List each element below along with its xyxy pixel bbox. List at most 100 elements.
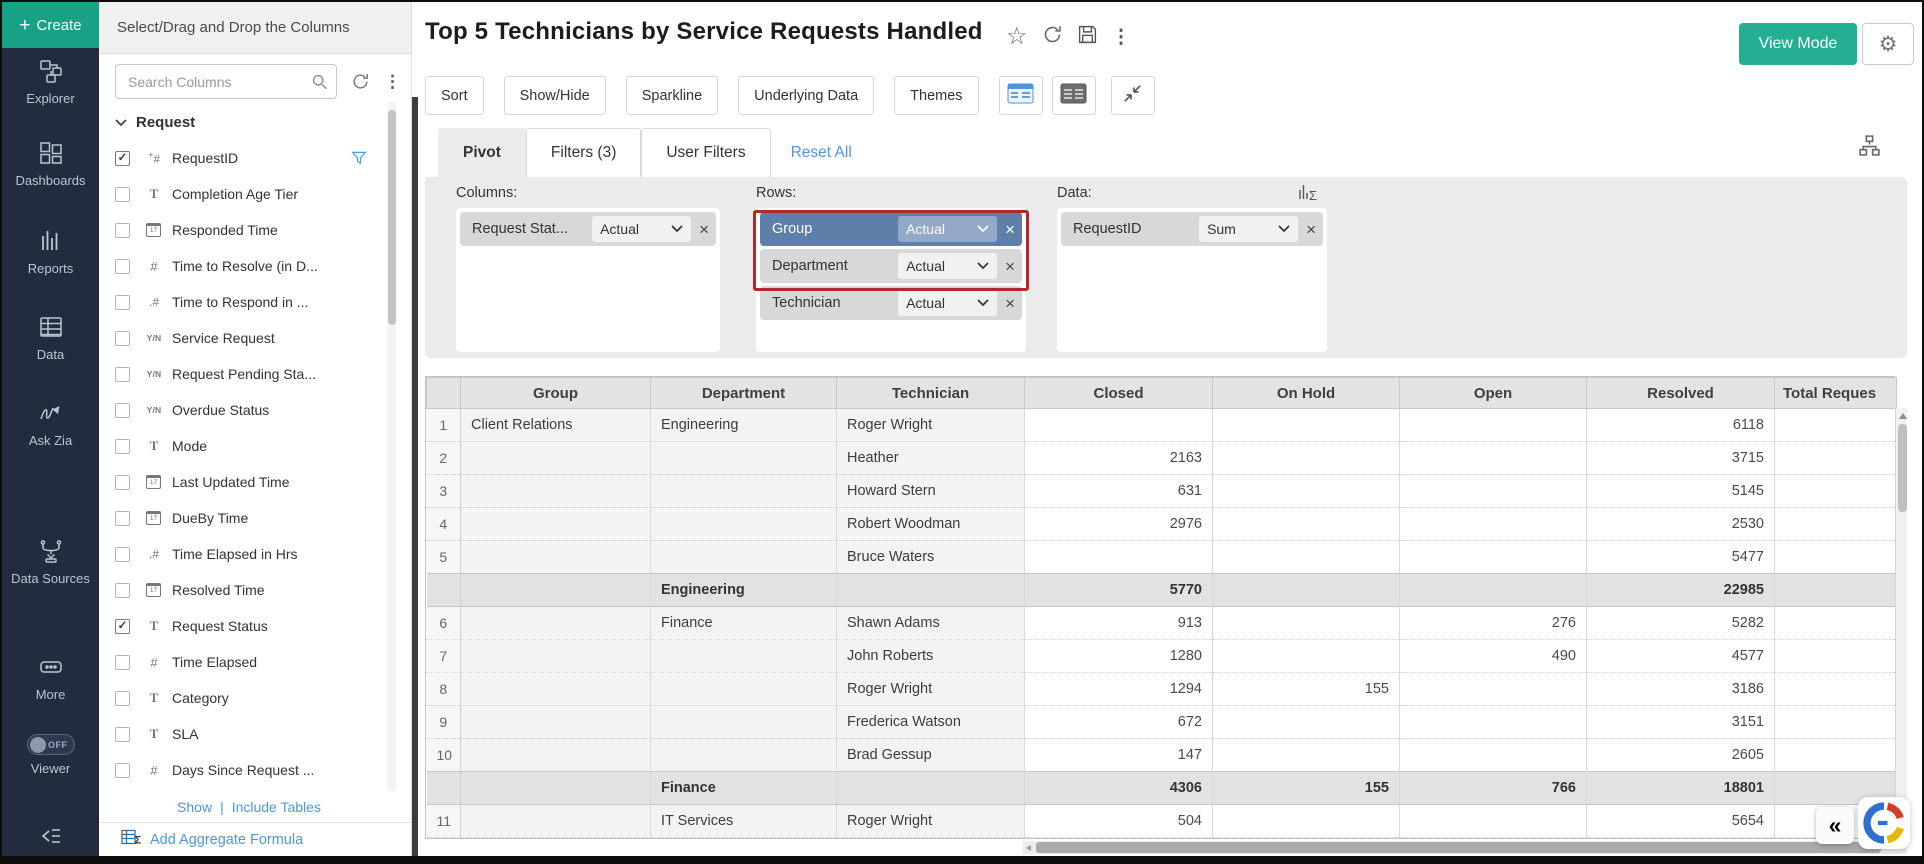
sparkline-button[interactable]: Sparkline (626, 76, 718, 115)
field-item-time-to-resolve-in-d[interactable]: #Time to Resolve (in D... (99, 248, 399, 284)
field-checkbox[interactable] (115, 475, 130, 490)
chip-aggregation-dropdown[interactable]: Actual (898, 253, 997, 279)
pivot-chip-technician[interactable]: TechnicianActual× (760, 286, 1022, 320)
table-vertical-scrollbar[interactable] (1895, 408, 1907, 836)
pivot-chip-group[interactable]: GroupActual× (760, 212, 1022, 246)
panel-scrollbar-thumb[interactable] (388, 110, 396, 325)
sidebar-item-data[interactable]: Data (2, 314, 99, 363)
filter-icon[interactable] (351, 150, 367, 171)
chip-remove-icon[interactable]: × (1005, 295, 1015, 312)
field-checkbox[interactable] (115, 727, 130, 742)
pivot-chip-department[interactable]: DepartmentActual× (760, 249, 1022, 283)
themes-button[interactable]: Themes (894, 76, 978, 115)
field-item-request-pending-sta[interactable]: Y/NRequest Pending Sta... (99, 356, 399, 392)
field-item-resolved-time[interactable]: 17Resolved Time (99, 572, 399, 608)
chip-aggregation-dropdown[interactable]: Sum (1199, 216, 1298, 242)
tab-user-filters[interactable]: User Filters (641, 128, 770, 177)
refresh-columns-icon[interactable] (351, 72, 370, 91)
column-header-closed[interactable]: Closed (1025, 378, 1213, 409)
scroll-left-arrow-icon[interactable] (1026, 845, 1031, 851)
field-item-mode[interactable]: TMode (99, 428, 399, 464)
horizontal-scrollbar-thumb[interactable] (1036, 842, 1881, 853)
rows-dropzone[interactable]: GroupActual×DepartmentActual×TechnicianA… (756, 208, 1026, 352)
add-aggregate-link[interactable]: Add Aggregate Formula (150, 832, 303, 848)
collapse-panel-button[interactable]: « (1816, 807, 1854, 844)
chip-remove-icon[interactable]: × (1005, 258, 1015, 275)
save-icon[interactable] (1077, 24, 1098, 50)
add-aggregate-row[interactable]: Σ Add Aggregate Formula (99, 822, 411, 856)
field-checkbox[interactable] (115, 403, 130, 418)
field-checkbox[interactable] (115, 331, 130, 346)
classic-table-button[interactable] (1052, 76, 1096, 115)
search-columns-input[interactable] (115, 64, 337, 99)
column-header-technician[interactable]: Technician (837, 378, 1025, 409)
column-header-open[interactable]: Open (1400, 378, 1587, 409)
field-item-days-since-request[interactable]: #Days Since Request ... (99, 752, 399, 788)
settings-gear-button[interactable]: ⚙ (1862, 23, 1914, 65)
column-header-on-hold[interactable]: On Hold (1213, 378, 1400, 409)
field-item-request-status[interactable]: ✓TRequest Status (99, 608, 399, 644)
field-checkbox[interactable] (115, 547, 130, 562)
refresh-report-icon[interactable] (1042, 24, 1063, 50)
collapse-columns-button[interactable] (1111, 76, 1155, 115)
vertical-scrollbar-thumb[interactable] (1898, 424, 1907, 512)
sidebar-item-explorer[interactable]: Explorer (2, 58, 99, 107)
pivot-chip-requestid[interactable]: RequestIDSum× (1061, 212, 1323, 246)
tab-pivot[interactable]: Pivot (438, 128, 526, 177)
field-checkbox[interactable]: ✓ (115, 619, 130, 634)
chip-remove-icon[interactable]: × (1306, 221, 1316, 238)
table-horizontal-scrollbar[interactable] (1023, 841, 1907, 854)
chip-aggregation-dropdown[interactable]: Actual (898, 216, 997, 242)
pivot-chip-request-stat[interactable]: Request Stat...Actual× (460, 212, 716, 246)
viewer-toggle[interactable]: OFF (27, 734, 75, 755)
field-checkbox[interactable] (115, 583, 130, 598)
scroll-up-arrow-icon[interactable] (1899, 413, 1907, 419)
sidebar-item-ask-zia[interactable]: Ask Zia (2, 400, 99, 449)
field-checkbox[interactable] (115, 187, 130, 202)
brand-logo[interactable] (1858, 797, 1910, 849)
panel-scrollbar[interactable] (387, 102, 396, 792)
column-header-resolved[interactable]: Resolved (1587, 378, 1775, 409)
sort-button[interactable]: Sort (425, 76, 484, 115)
field-item-service-request[interactable]: Y/NService Request (99, 320, 399, 356)
field-checkbox[interactable]: ✓ (115, 151, 130, 166)
field-item-dueby-time[interactable]: 17DueBy Time (99, 500, 399, 536)
sidebar-item-viewer[interactable]: OFF Viewer (2, 734, 99, 776)
column-header-total-reques[interactable]: Total Reques (1775, 378, 1897, 409)
field-item-category[interactable]: TCategory (99, 680, 399, 716)
field-item-responded-time[interactable]: 17Responded Time (99, 212, 399, 248)
field-checkbox[interactable] (115, 439, 130, 454)
panel-more-options-icon[interactable]: ⋮ (384, 73, 401, 90)
create-button[interactable]: + Create (2, 2, 99, 48)
field-checkbox[interactable] (115, 367, 130, 382)
sidebar-item-reports[interactable]: Reports (2, 228, 99, 277)
field-item-sla[interactable]: TSLA (99, 716, 399, 752)
chip-remove-icon[interactable]: × (699, 221, 709, 238)
field-item-time-elapsed[interactable]: #Time Elapsed (99, 644, 399, 680)
sidebar-item-data-sources[interactable]: Data Sources (2, 538, 99, 587)
field-item-requestid[interactable]: ✓+#RequestID (99, 140, 399, 176)
field-checkbox[interactable] (115, 259, 130, 274)
hierarchy-icon[interactable] (1857, 133, 1882, 163)
sidebar-item-dashboards[interactable]: Dashboards (2, 140, 99, 189)
summary-sigma-icon[interactable]: Σ (1297, 181, 1321, 207)
columns-dropzone[interactable]: Request Stat...Actual× (456, 208, 720, 352)
chip-aggregation-dropdown[interactable]: Actual (898, 290, 997, 316)
favorite-star-icon[interactable]: ☆ (1006, 25, 1028, 49)
data-dropzone[interactable]: RequestIDSum× (1057, 208, 1327, 352)
tab-filters-3[interactable]: Filters (3) (526, 128, 641, 177)
include-tables-link[interactable]: Include Tables (232, 799, 321, 815)
field-checkbox[interactable] (115, 691, 130, 706)
title-more-options-icon[interactable]: ⋮ (1112, 26, 1131, 49)
field-item-completion-age-tier[interactable]: TCompletion Age Tier (99, 176, 399, 212)
column-header-department[interactable]: Department (651, 378, 837, 409)
view-mode-button[interactable]: View Mode (1739, 23, 1857, 65)
show-link[interactable]: Show (177, 799, 212, 815)
show-hide-button[interactable]: Show/Hide (504, 76, 606, 115)
compact-table-button[interactable] (999, 76, 1043, 115)
section-request[interactable]: Request (115, 114, 195, 131)
column-header-group[interactable]: Group (461, 378, 651, 409)
reset-all-link[interactable]: Reset All (791, 128, 852, 177)
field-checkbox[interactable] (115, 763, 130, 778)
field-checkbox[interactable] (115, 655, 130, 670)
